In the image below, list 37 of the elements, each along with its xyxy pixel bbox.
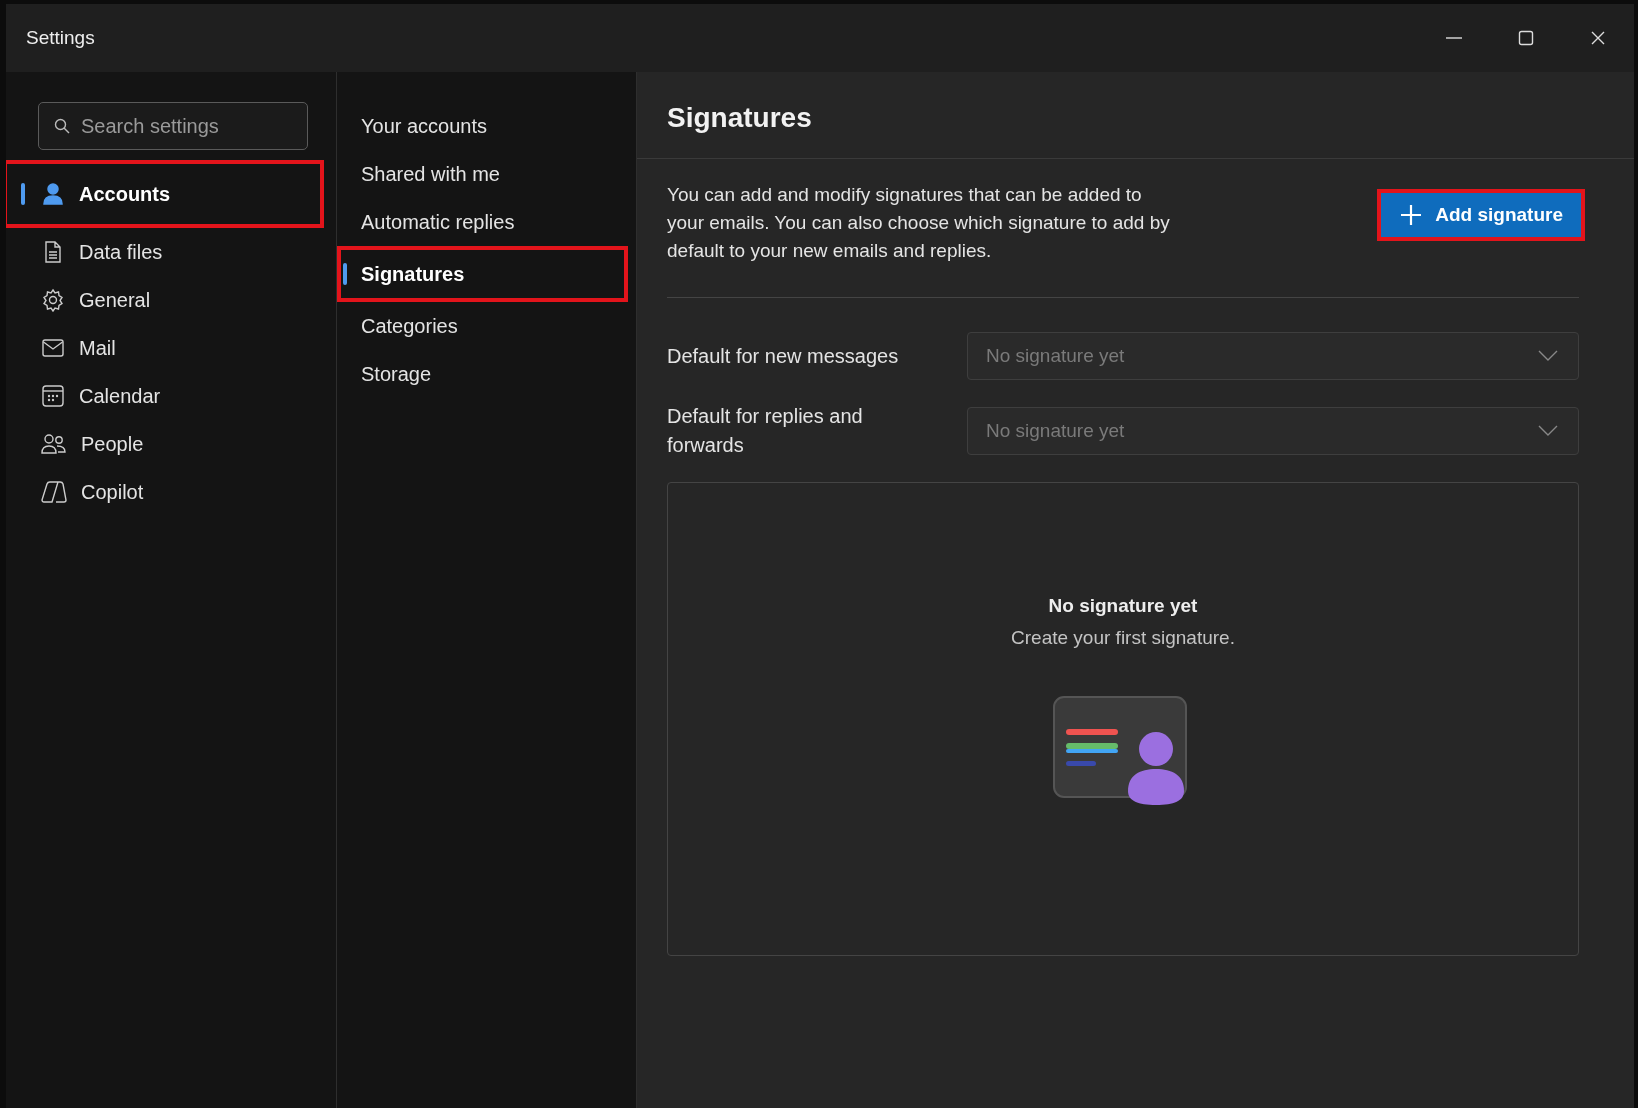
people-icon xyxy=(41,432,67,456)
sidebar-item[interactable]: Accounts xyxy=(6,160,324,228)
field-label: Default for new messages xyxy=(667,343,900,369)
field-label: Default for replies and forwards xyxy=(667,404,864,458)
empty-state-subtitle: Create your first signature. xyxy=(1011,627,1235,649)
empty-state-title: No signature yet xyxy=(1048,595,1198,617)
subnav-item[interactable]: Storage xyxy=(337,350,628,398)
subnav-item[interactable]: Your accounts xyxy=(337,102,628,150)
subnav-item[interactable]: Shared with me xyxy=(337,150,628,198)
calendar-icon xyxy=(41,384,65,408)
sidebar-item[interactable]: Data files xyxy=(6,228,324,276)
selection-indicator xyxy=(21,183,25,205)
sidebar-item[interactable]: Mail xyxy=(6,324,324,372)
subnav-item[interactable]: Signatures xyxy=(337,246,628,302)
settings-icon xyxy=(41,288,65,312)
sidebar-item[interactable]: Calendar xyxy=(6,372,324,420)
search-icon xyxy=(53,117,71,135)
mail-icon xyxy=(41,336,65,360)
subnav-item[interactable]: Categories xyxy=(337,302,628,350)
sidebar-item[interactable]: Copilot xyxy=(6,468,324,516)
add-signature-button[interactable]: Add signature xyxy=(1377,189,1585,241)
search-field[interactable]: Search settings xyxy=(38,102,308,150)
plus-icon xyxy=(1399,203,1424,227)
minimize-icon xyxy=(1446,37,1462,39)
chevron-down-icon xyxy=(1538,425,1558,437)
page-title: Signatures xyxy=(637,72,1634,159)
person-icon xyxy=(41,182,65,206)
window-title: Settings xyxy=(26,27,95,49)
description-text: You can add and modify signatures that can be added to your emails. You can also choose which signature to add by default to your new emails and replies. xyxy=(667,183,1171,263)
sidebar-item[interactable]: People xyxy=(6,420,324,468)
selection-indicator xyxy=(343,263,347,285)
close-icon xyxy=(1589,29,1607,47)
chevron-down-icon xyxy=(1538,350,1558,362)
copilot-icon xyxy=(41,480,67,504)
maximize-icon xyxy=(1517,29,1535,47)
subnav-item[interactable]: Automatic replies xyxy=(337,198,628,246)
sidebar-item[interactable]: General xyxy=(6,276,324,324)
